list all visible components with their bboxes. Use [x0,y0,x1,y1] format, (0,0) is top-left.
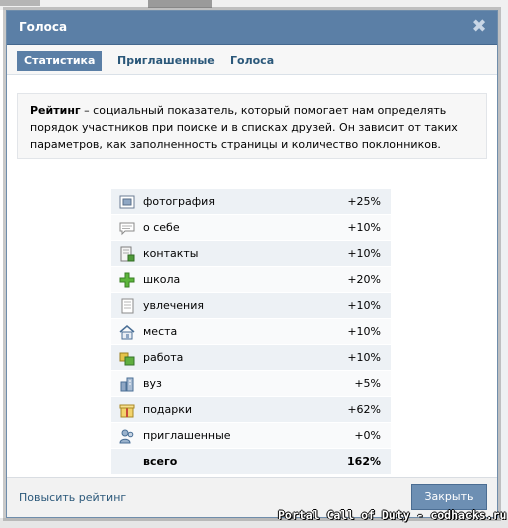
watermark-text: Portal Call of Duty - codhacks.ru [278,508,507,522]
row-value: +10% [347,247,381,260]
row-label: приглашенные [143,429,231,442]
plus-cross-icon [119,272,135,288]
background-thumbnail [0,0,40,6]
house-icon [119,325,135,340]
row-label: увлечения [143,299,205,312]
dialog-title: Голоса [19,20,68,34]
total-value: 162% [347,455,381,468]
gift-icon [119,404,135,418]
background-thumbnail [148,0,212,8]
table-row: фотография +25% [111,189,391,215]
row-label: школа [143,273,181,286]
row-label: работа [143,351,184,364]
row-label: контакты [143,247,199,260]
improve-rating-link[interactable]: Повысить рейтинг [19,491,126,504]
row-value: +5% [354,377,381,390]
close-button[interactable]: Закрыть [411,484,487,510]
tab-invited[interactable]: Приглашенные [110,51,222,71]
row-value: +20% [347,273,381,286]
row-label: вуз [143,377,162,390]
row-label: места [143,325,178,338]
rating-description: Рейтинг – социальный показатель, который… [17,93,487,159]
table-row: увлечения +10% [111,293,391,319]
row-value: +10% [347,351,381,364]
rating-description-text: – социальный показатель, который помогае… [30,104,458,151]
row-label: подарки [143,403,193,416]
table-row: работа +10% [111,345,391,371]
tab-votes[interactable]: Голоса [223,51,281,71]
row-value: +0% [354,429,381,442]
dialog-tabs: Статистика Приглашенные Голоса [7,45,497,75]
close-icon[interactable]: ✖ [469,17,489,37]
contacts-icon [120,246,135,262]
rating-dialog: Голоса ✖ Статистика Приглашенные Голоса … [6,10,498,518]
row-value: +62% [347,403,381,416]
work-icon [119,352,135,366]
row-label: о себе [143,221,180,234]
background-page-top [0,0,508,10]
table-row: контакты +10% [111,241,391,267]
invited-users-icon [119,429,134,444]
row-value: +25% [347,195,381,208]
rating-term: Рейтинг [30,104,81,117]
row-label: фотография [143,195,215,208]
rating-table: фотография +25% о себе +10% контакты +10… [111,189,391,475]
photo-icon [119,195,135,209]
tab-statistics[interactable]: Статистика [17,51,103,71]
background-page-right [498,10,508,528]
row-value: +10% [347,221,381,234]
notes-icon [121,298,134,314]
total-label: всего [143,455,178,468]
speech-bubble-icon [119,222,135,236]
row-value: +10% [347,325,381,338]
table-row: о себе +10% [111,215,391,241]
table-row: приглашенные +0% [111,423,391,449]
row-value: +10% [347,299,381,312]
dialog-titlebar: Голоса ✖ [7,11,497,45]
table-row: подарки +62% [111,397,391,423]
table-row: школа +20% [111,267,391,293]
table-row: места +10% [111,319,391,345]
table-row: вуз +5% [111,371,391,397]
table-row-total: всего 162% [111,449,391,475]
university-icon [120,377,134,392]
